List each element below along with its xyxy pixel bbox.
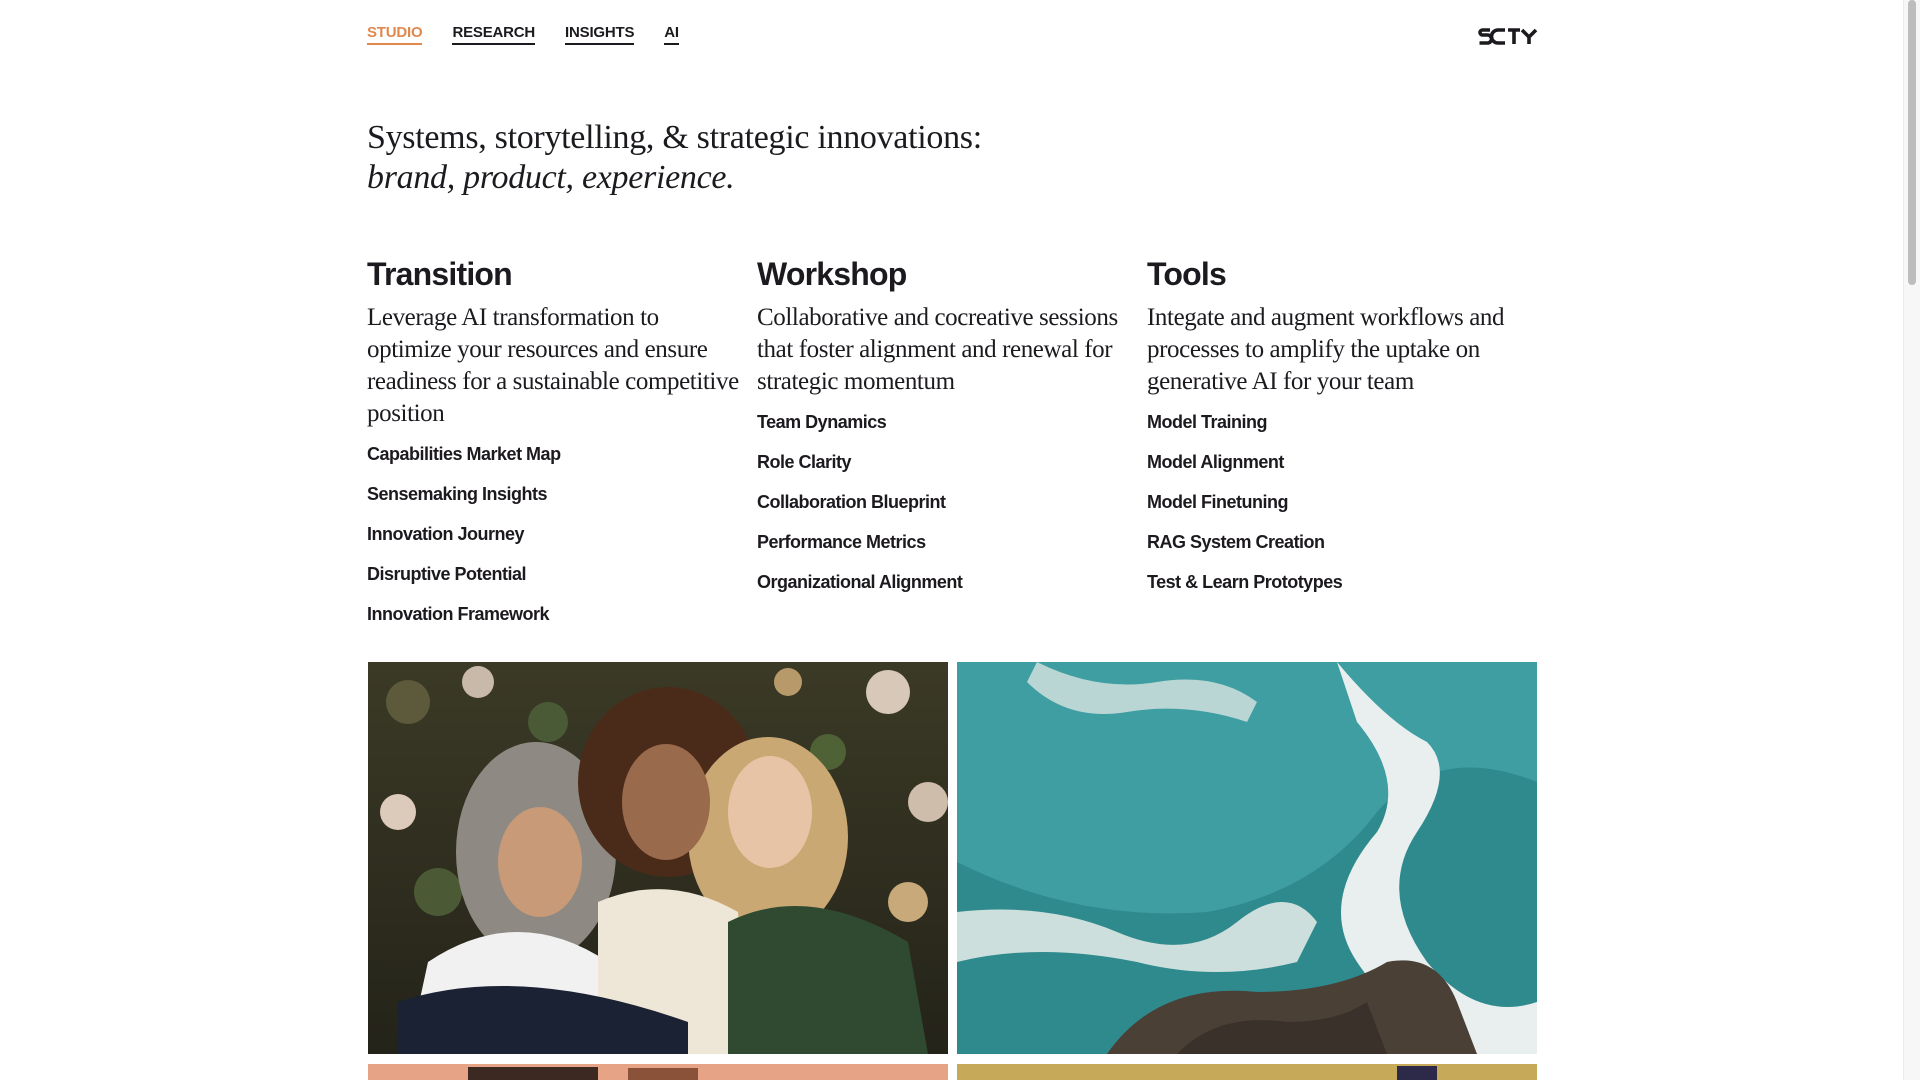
list-item[interactable]: RAG System Creation (1147, 530, 1537, 554)
column-list: Model Training Model Alignment Model Fin… (1147, 410, 1537, 594)
page-scrollbar[interactable] (1903, 0, 1920, 1080)
list-item[interactable]: Team Dynamics (757, 410, 1147, 434)
photo-illustration (957, 1064, 1537, 1080)
list-item[interactable]: Test & Learn Prototypes (1147, 570, 1537, 594)
hero-line-1: Systems, storytelling, & strategic innov… (367, 119, 982, 156)
three-women-portrait-photo[interactable] (368, 662, 948, 1054)
list-item[interactable]: Disruptive Potential (367, 562, 757, 586)
column-description: Integate and augment workflows and proce… (1147, 304, 1505, 395)
column-title: Transition (367, 256, 513, 292)
partial-photo-bottom-right[interactable] (957, 1064, 1537, 1080)
column-title: Tools (1147, 256, 1227, 292)
list-item[interactable]: Innovation Framework (367, 602, 757, 626)
column-tools: Tools Integate and augment workflows and… (1147, 254, 1537, 642)
services-columns: Transition Leverage AI transformation to… (367, 254, 1537, 642)
column-list: Capabilities Market Map Sensemaking Insi… (367, 442, 757, 626)
scty-logo-mark (1478, 28, 1538, 45)
list-item[interactable]: Collaboration Blueprint (757, 490, 1147, 514)
list-item[interactable]: Role Clarity (757, 450, 1147, 474)
nav-ai-link[interactable]: AI (664, 24, 679, 45)
partial-photo-bottom-left[interactable] (368, 1064, 948, 1080)
scty-logo[interactable] (1478, 26, 1538, 48)
aerial-ocean-waves-photo[interactable] (957, 662, 1537, 1054)
scrollbar-thumb[interactable] (1908, 0, 1916, 285)
photo-illustration (957, 662, 1537, 1054)
nav-studio-link[interactable]: STUDIO (367, 24, 423, 45)
photo-illustration (368, 662, 948, 1054)
list-item[interactable]: Innovation Journey (367, 522, 757, 546)
column-description: Leverage AI transformation to optimize y… (367, 304, 739, 427)
column-transition: Transition Leverage AI transformation to… (367, 254, 757, 642)
list-item[interactable]: Capabilities Market Map (367, 442, 757, 466)
list-item[interactable]: Model Alignment (1147, 450, 1537, 474)
hero-line-2: brand, product, experience. (367, 159, 735, 196)
nav-research-link[interactable]: RESEARCH (452, 24, 535, 45)
list-item[interactable]: Performance Metrics (757, 530, 1147, 554)
column-description: Collaborative and cocreative sessions th… (757, 304, 1118, 395)
list-item[interactable]: Model Finetuning (1147, 490, 1537, 514)
list-item[interactable]: Model Training (1147, 410, 1537, 434)
hero-heading: Systems, storytelling, & strategic innov… (367, 118, 1267, 198)
list-item[interactable]: Organizational Alignment (757, 570, 1147, 594)
main-nav: STUDIO RESEARCH INSIGHTS AI (367, 24, 679, 45)
nav-insights-link[interactable]: INSIGHTS (565, 24, 634, 45)
column-workshop: Workshop Collaborative and cocreative se… (757, 254, 1147, 642)
list-item[interactable]: Sensemaking Insights (367, 482, 757, 506)
column-title: Workshop (757, 256, 907, 292)
photo-illustration (368, 1064, 948, 1080)
column-list: Team Dynamics Role Clarity Collaboration… (757, 410, 1147, 594)
